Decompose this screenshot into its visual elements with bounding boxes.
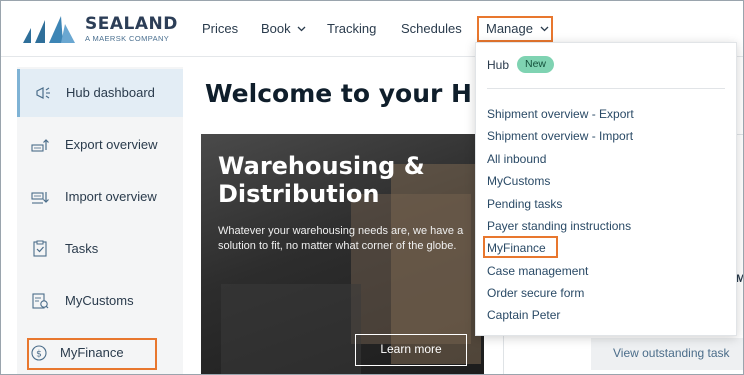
brand-name: SEALAND xyxy=(85,14,178,34)
app-window: SEALAND A MAERSK COMPANY Prices Book Tra… xyxy=(0,0,744,375)
sidebar-item-label: Tasks xyxy=(65,241,99,256)
import-icon xyxy=(31,192,49,204)
brand-logo[interactable]: SEALAND A MAERSK COMPANY xyxy=(21,14,191,46)
nav-schedules[interactable]: Schedules xyxy=(401,21,462,36)
page-title: Welcome to your H xyxy=(205,79,472,108)
customs-icon xyxy=(32,293,49,309)
myfinance-highlight-box xyxy=(27,338,157,370)
brand-tagline: A MAERSK COMPANY xyxy=(85,34,170,43)
hero-banner: Warehousing & Distribution Whatever your… xyxy=(201,134,484,374)
menu-item-order-secure-form[interactable]: Order secure form xyxy=(487,286,584,300)
nav-book-label: Book xyxy=(261,21,291,36)
menu-divider xyxy=(487,88,725,89)
menu-item-captain-peter[interactable]: Captain Peter xyxy=(487,308,560,322)
menu-item-payer-standing-instructions[interactable]: Payer standing instructions xyxy=(487,219,631,233)
hero-image-floor xyxy=(221,284,361,374)
menu-item-pending-tasks[interactable]: Pending tasks xyxy=(487,197,562,211)
sidebar-item-label: MyCustoms xyxy=(65,293,134,308)
chevron-down-icon xyxy=(297,26,306,32)
sidebar-item-import-overview[interactable]: Import overview xyxy=(17,173,183,221)
sidebar-item-export-overview[interactable]: Export overview xyxy=(17,121,183,169)
myfinance-menu-highlight-box xyxy=(483,236,558,258)
sidebar-item-mycustoms[interactable]: MyCustoms xyxy=(17,277,183,325)
megaphone-icon xyxy=(36,87,50,99)
chevron-down-icon xyxy=(540,26,549,32)
view-outstanding-tasks-button[interactable]: View outstanding task xyxy=(591,338,743,370)
sidebar-item-label: Import overview xyxy=(65,189,157,204)
hero-description: Whatever your warehousing needs are, we … xyxy=(218,225,464,252)
menu-item-shipment-overview-export[interactable]: Shipment overview - Export xyxy=(487,107,634,121)
sidebar-item-hub-dashboard[interactable]: Hub dashboard xyxy=(17,69,183,117)
nav-manage-label: Manage xyxy=(486,21,533,36)
hero-title: Warehousing & Distribution xyxy=(218,152,425,208)
sidebar-item-label: Hub dashboard xyxy=(66,85,155,100)
manage-dropdown-menu: Hub New Shipment overview - Export Shipm… xyxy=(475,42,737,336)
menu-item-all-inbound[interactable]: All inbound xyxy=(487,152,546,166)
tasks-icon xyxy=(33,240,47,257)
nav-book[interactable]: Book xyxy=(261,21,306,36)
card-heading-fragment: M xyxy=(736,273,743,285)
menu-item-shipment-overview-import[interactable]: Shipment overview - Import xyxy=(487,129,633,143)
sidebar-item-label: Export overview xyxy=(65,137,158,152)
new-badge: New xyxy=(517,56,555,73)
nav-tracking[interactable]: Tracking xyxy=(327,21,376,36)
nav-prices[interactable]: Prices xyxy=(202,21,238,36)
menu-item-case-management[interactable]: Case management xyxy=(487,264,588,278)
learn-more-button[interactable]: Learn more xyxy=(355,334,467,366)
sealand-logo-icon xyxy=(23,16,75,43)
sidebar-item-tasks[interactable]: Tasks xyxy=(17,225,183,273)
nav-manage[interactable]: Manage xyxy=(477,16,553,42)
menu-item-hub[interactable]: Hub xyxy=(487,58,509,72)
sidebar: Hub dashboard Export overview Import ove… xyxy=(17,67,183,374)
export-icon xyxy=(31,139,49,152)
menu-item-mycustoms[interactable]: MyCustoms xyxy=(487,174,550,188)
